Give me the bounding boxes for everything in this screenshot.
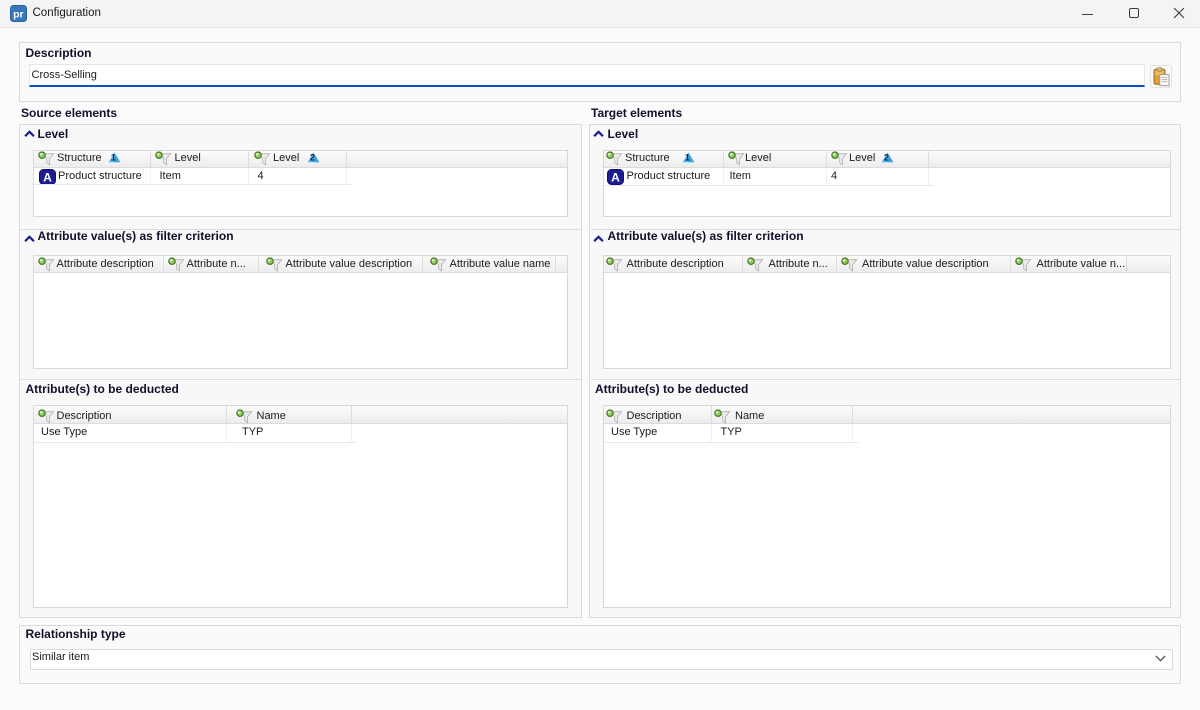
svg-text:1: 1 <box>111 153 116 163</box>
svg-text:1: 1 <box>685 153 690 163</box>
svg-text:2: 2 <box>884 153 889 163</box>
svg-text:2: 2 <box>310 153 315 163</box>
svg-text:pr: pr <box>13 8 24 20</box>
svg-text:A: A <box>43 170 52 184</box>
svg-text:A: A <box>611 170 620 184</box>
